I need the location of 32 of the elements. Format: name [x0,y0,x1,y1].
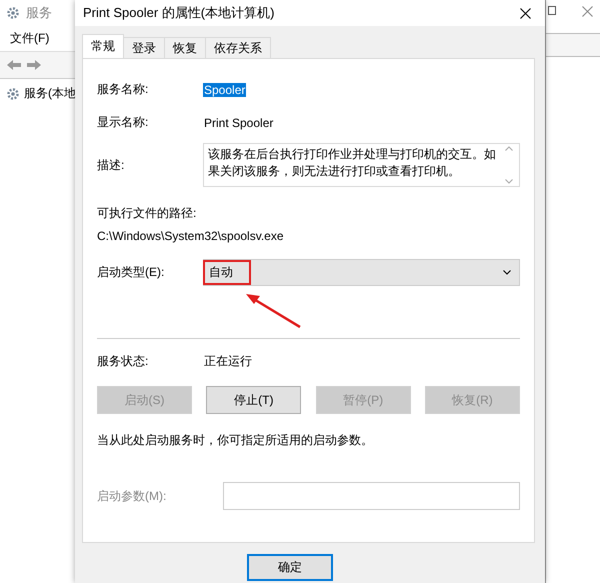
annotation-arrow [246,294,301,328]
description-text: 该服务在后台执行打印作业并处理与打印机的交互。如果关闭该服务，则无法进行打印或查看打印机。 [208,146,497,180]
tab[interactable]: 常规 [82,34,124,58]
service-button[interactable]: 停止(T) [206,386,302,414]
forward-arrow-icon[interactable] [26,59,42,71]
path-value: C:\Windows\System32\spoolsv.exe [97,229,285,243]
service-name-value: Spooler [203,82,246,96]
status-value: 正在运行 [203,353,253,370]
field-label: 可执行文件的路径: [97,205,198,222]
startup-type-dropdown[interactable]: 自动 [203,259,520,286]
menu-item[interactable]: 文件(F) [10,30,50,47]
field-label: 描述: [97,156,126,174]
maximize-icon[interactable] [548,6,556,15]
chevron-down-icon[interactable] [503,270,511,275]
chevron-up-icon[interactable] [505,146,513,151]
ok-button[interactable]: 确定 [247,554,333,581]
field-label: 启动参数(M): [97,488,168,504]
back-arrow-icon[interactable] [6,59,22,71]
field-label: 服务状态: [97,353,150,370]
hint-text: 当从此处启动服务时，你可指定所适用的启动参数。 [97,432,374,449]
window-title: 服务 [26,4,52,22]
tab[interactable]: 依存关系 [205,37,271,58]
display-name-value: Print Spooler [203,116,274,130]
field-label: 服务名称: [97,81,150,98]
tree-item[interactable]: 服务(本地 [24,85,76,102]
highlight-box: 自动 [203,260,251,284]
close-icon[interactable] [520,8,531,18]
dialog-title: Print Spooler 的属性(本地计算机) [83,4,274,22]
field-label: 显示名称: [97,114,150,131]
gear-icon [6,6,20,20]
gear-icon [6,86,20,100]
field-label: 启动类型(E): [97,264,166,281]
